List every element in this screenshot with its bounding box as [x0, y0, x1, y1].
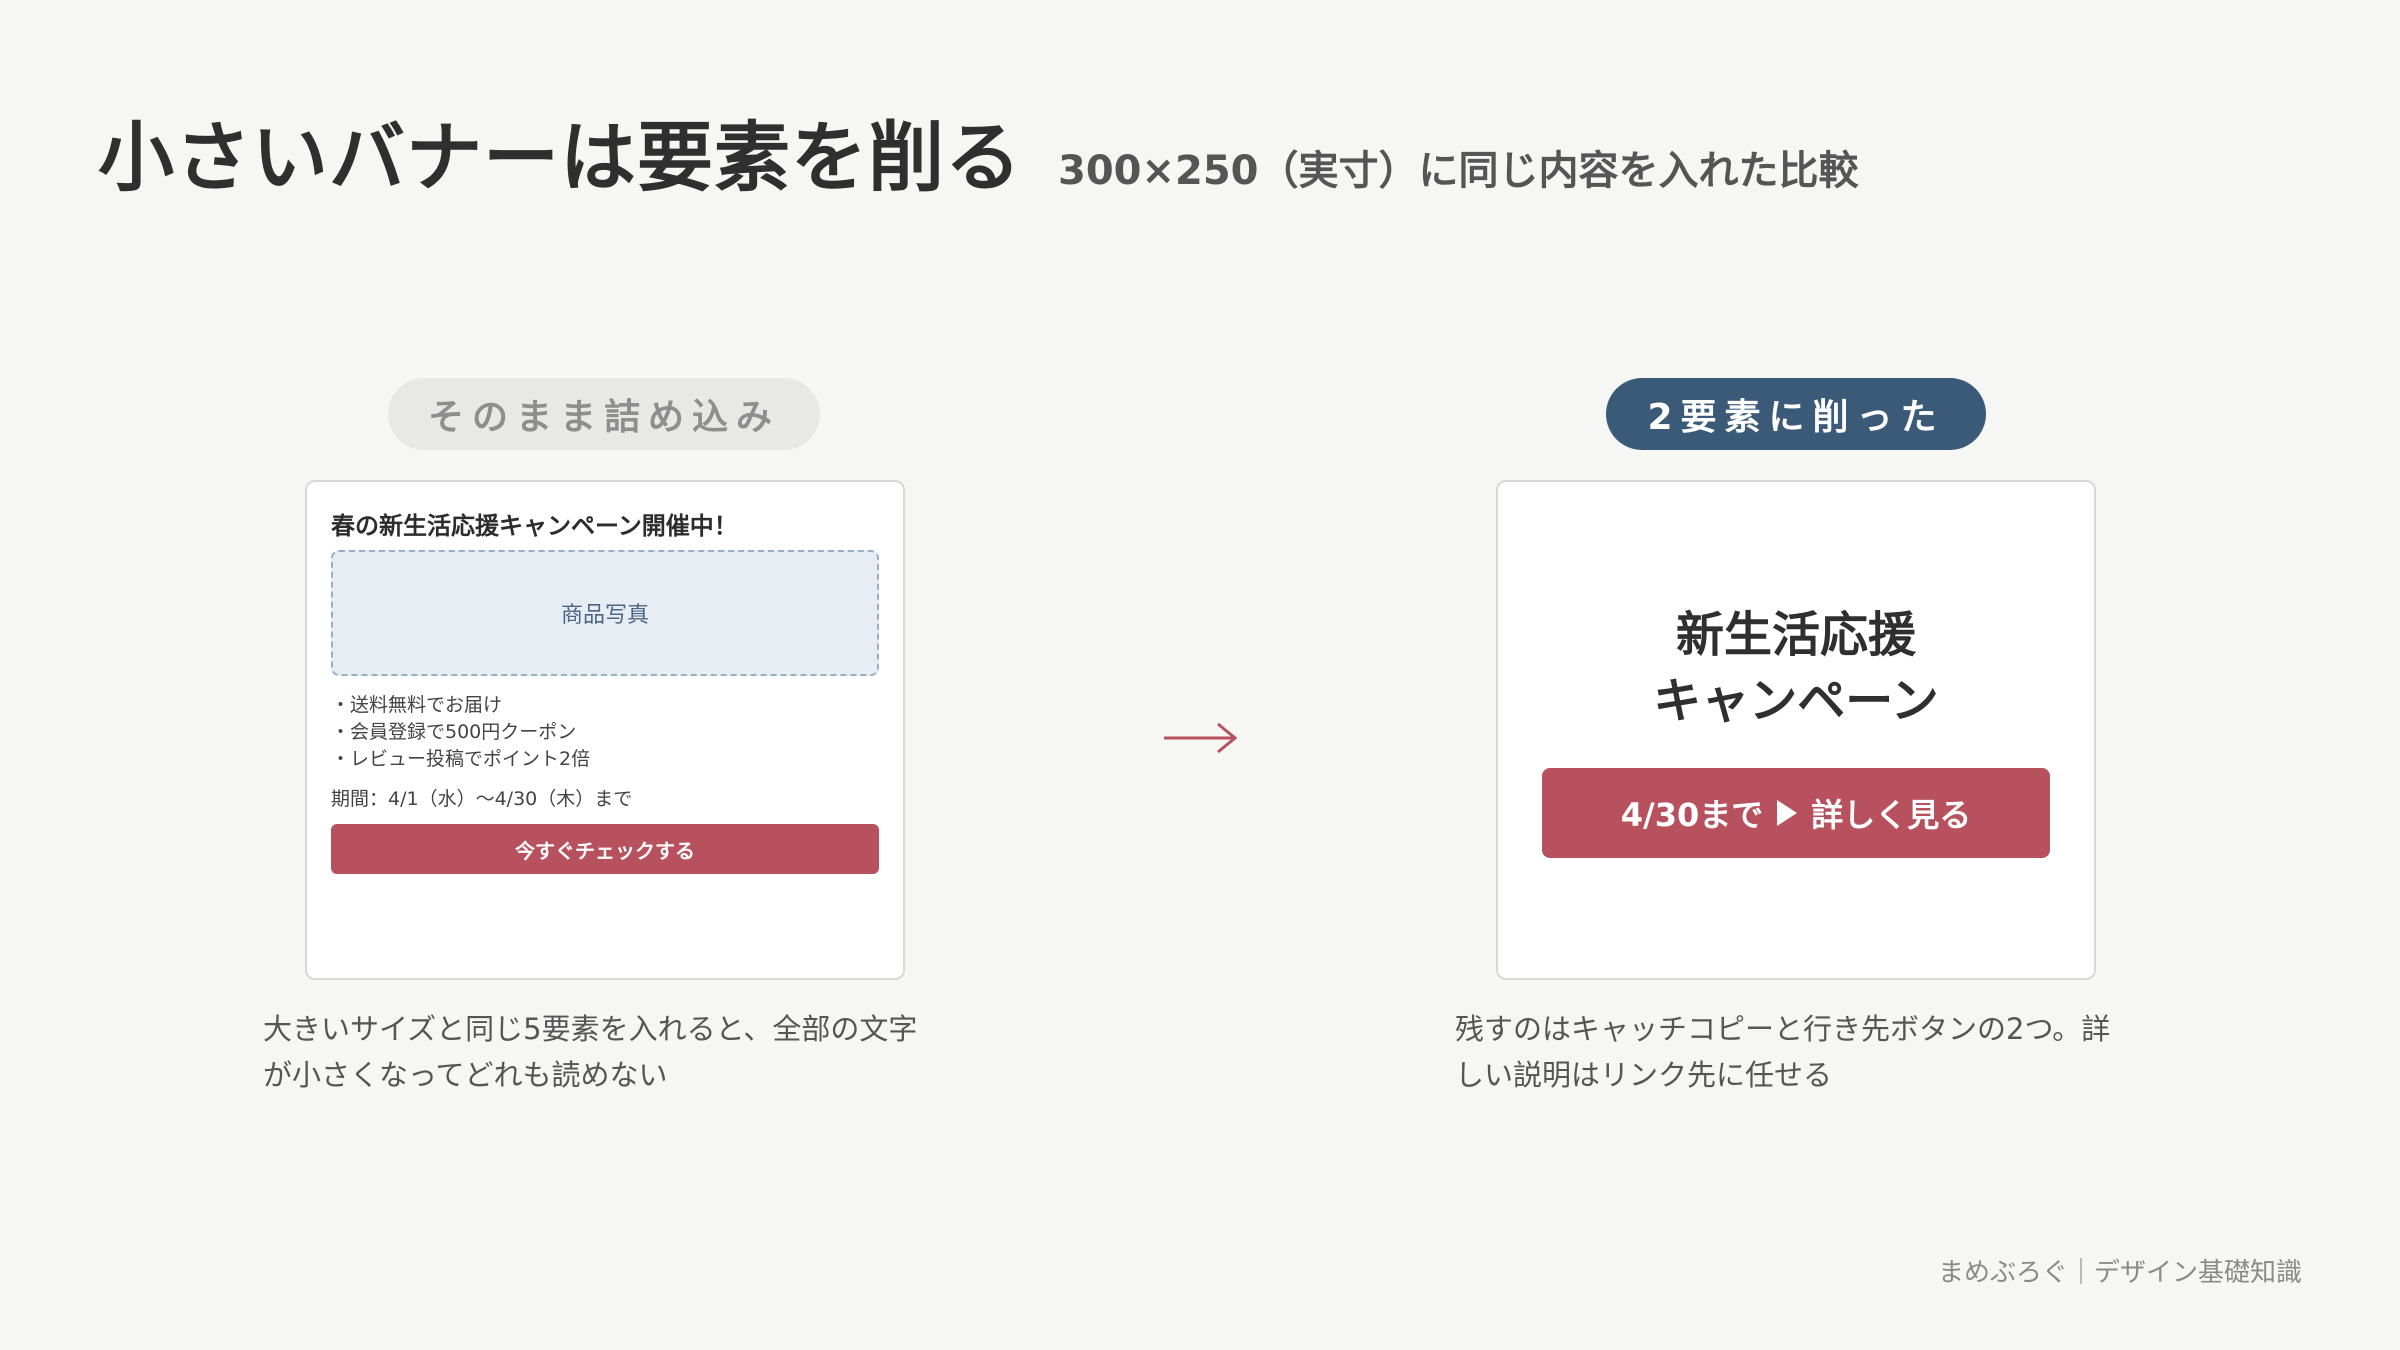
banner-before: 春の新生活応援キャンペーン開催中！ 商品写真 ・送料無料でお届け ・会員登録で5… — [305, 480, 905, 980]
label-pill-before: そのまま詰め込み — [388, 378, 820, 450]
list-item: ・送料無料でお届け — [331, 694, 503, 716]
play-triangle-icon — [1777, 800, 1798, 826]
check-now-button[interactable]: 今すぐチェックする — [331, 824, 879, 874]
details-button-deadline: 4/30まで — [1620, 796, 1764, 834]
caption-line: しい説明はリンク先に任せる — [1455, 1058, 1833, 1092]
catch-copy: 新生活応援 キャンペーン — [1498, 602, 2094, 734]
check-now-button-label: 今すぐチェックする — [515, 838, 695, 863]
feature-list: ・送料無料でお届け ・会員登録で500円クーポン ・レビュー投稿でポイント2倍 — [331, 692, 590, 773]
product-photo-placeholder: 商品写真 — [331, 550, 879, 676]
campaign-period: 期間：4/1（水）〜4/30（木）まで — [331, 788, 633, 810]
caption-line: が小さくなってどれも読めない — [263, 1058, 668, 1092]
banner-after: 新生活応援 キャンペーン 4/30まで 詳しく見る — [1496, 480, 2096, 980]
label-pill-after: 2要素に削った — [1606, 378, 1986, 450]
right-arrow-icon — [1164, 722, 1238, 754]
page-subtitle: 300×250（実寸）に同じ内容を入れた比較 — [1058, 148, 1859, 194]
details-button[interactable]: 4/30まで 詳しく見る — [1542, 768, 2050, 858]
caption-before: 大きいサイズと同じ5要素を入れると、全部の文字 が小さくなってどれも読めない — [263, 1006, 943, 1098]
caption-after: 残すのはキャッチコピーと行き先ボタンの2つ。詳 しい説明はリンク先に任せる — [1455, 1006, 2135, 1098]
caption-line: 大きいサイズと同じ5要素を入れると、全部の文字 — [263, 1012, 918, 1046]
photo-label: 商品写真 — [560, 603, 649, 628]
title-row: 小さいバナーは要素を削る 300×250（実寸）に同じ内容を入れた比較 — [98, 96, 1859, 206]
catch-copy-line: 新生活応援 — [1675, 607, 1916, 663]
banner-headline: 春の新生活応援キャンペーン開催中！ — [331, 512, 738, 540]
page-title: 小さいバナーは要素を削る — [98, 113, 1022, 202]
details-button-label: 詳しく見る — [1811, 796, 1972, 834]
caption-line: 残すのはキャッチコピーと行き先ボタンの2つ。詳 — [1455, 1012, 2111, 1046]
list-item: ・会員登録で500円クーポン — [331, 721, 577, 743]
footer-credit: まめぶろぐ｜デザイン基礎知識 — [1937, 1258, 2302, 1288]
list-item: ・レビュー投稿でポイント2倍 — [331, 748, 591, 770]
catch-copy-line: キャンペーン — [1653, 673, 1939, 729]
